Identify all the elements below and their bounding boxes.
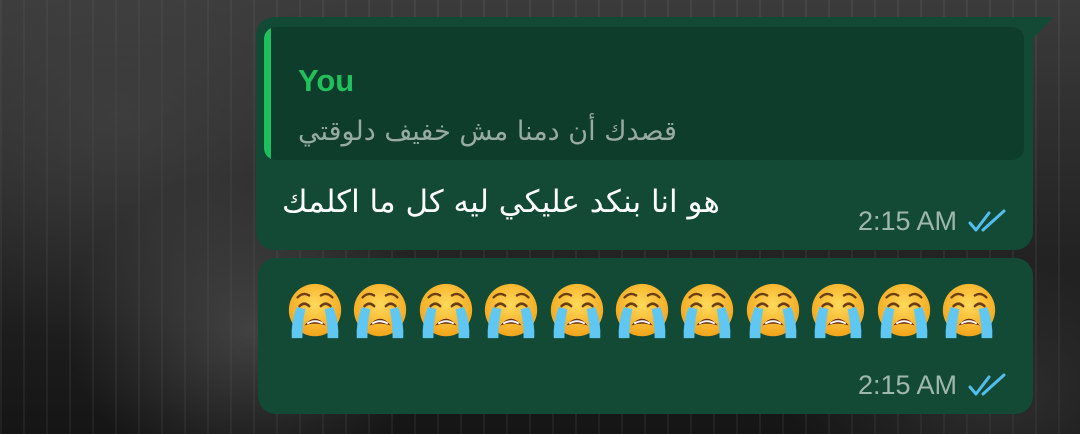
loudly-crying-face-icon: 😭 xyxy=(746,283,799,339)
message-meta: 2:15 AM xyxy=(858,204,1011,238)
loudly-crying-face-icon: 😭 xyxy=(354,283,407,339)
emoji-message: 😭😭😭😭😭😭😭😭😭😭😭 xyxy=(284,280,1003,348)
quoted-sender-name: You xyxy=(298,63,355,98)
loudly-crying-face-icon: 😭 xyxy=(485,283,538,339)
message-text: هو انا بنكد عليكي ليه كل ما اكلمك xyxy=(282,184,720,220)
double-check-read-icon xyxy=(968,373,1006,396)
message-time: 2:15 AM xyxy=(857,369,957,400)
loudly-crying-face-icon: 😭 xyxy=(877,283,930,339)
double-check-read-icon xyxy=(968,209,1006,232)
quoted-reply[interactable]: You قصدك أن دمنا مش خفيف دلوقتي xyxy=(264,27,1024,160)
outgoing-message-bubble[interactable]: 😭😭😭😭😭😭😭😭😭😭😭 2:15 AM xyxy=(258,258,1033,414)
loudly-crying-face-icon: 😭 xyxy=(419,283,472,339)
loudly-crying-face-icon: 😭 xyxy=(288,283,342,339)
bubble-tail xyxy=(1029,17,1053,43)
quote-accent-bar xyxy=(264,27,271,160)
outgoing-message-bubble[interactable]: You قصدك أن دمنا مش خفيف دلوقتي هو انا ب… xyxy=(256,17,1053,250)
loudly-crying-face-icon: 😭 xyxy=(811,283,865,339)
loudly-crying-face-icon: 😭 xyxy=(615,283,669,339)
quoted-message-text: قصدك أن دمنا مش خفيف دلوقتي xyxy=(298,116,677,147)
loudly-crying-face-icon: 😭 xyxy=(681,283,734,339)
loudly-crying-face-icon: 😭 xyxy=(550,283,603,339)
loudly-crying-face-icon: 😭 xyxy=(942,283,996,339)
message-meta: 2:15 AM xyxy=(858,368,1011,402)
message-time: 2:15 AM xyxy=(857,205,957,236)
